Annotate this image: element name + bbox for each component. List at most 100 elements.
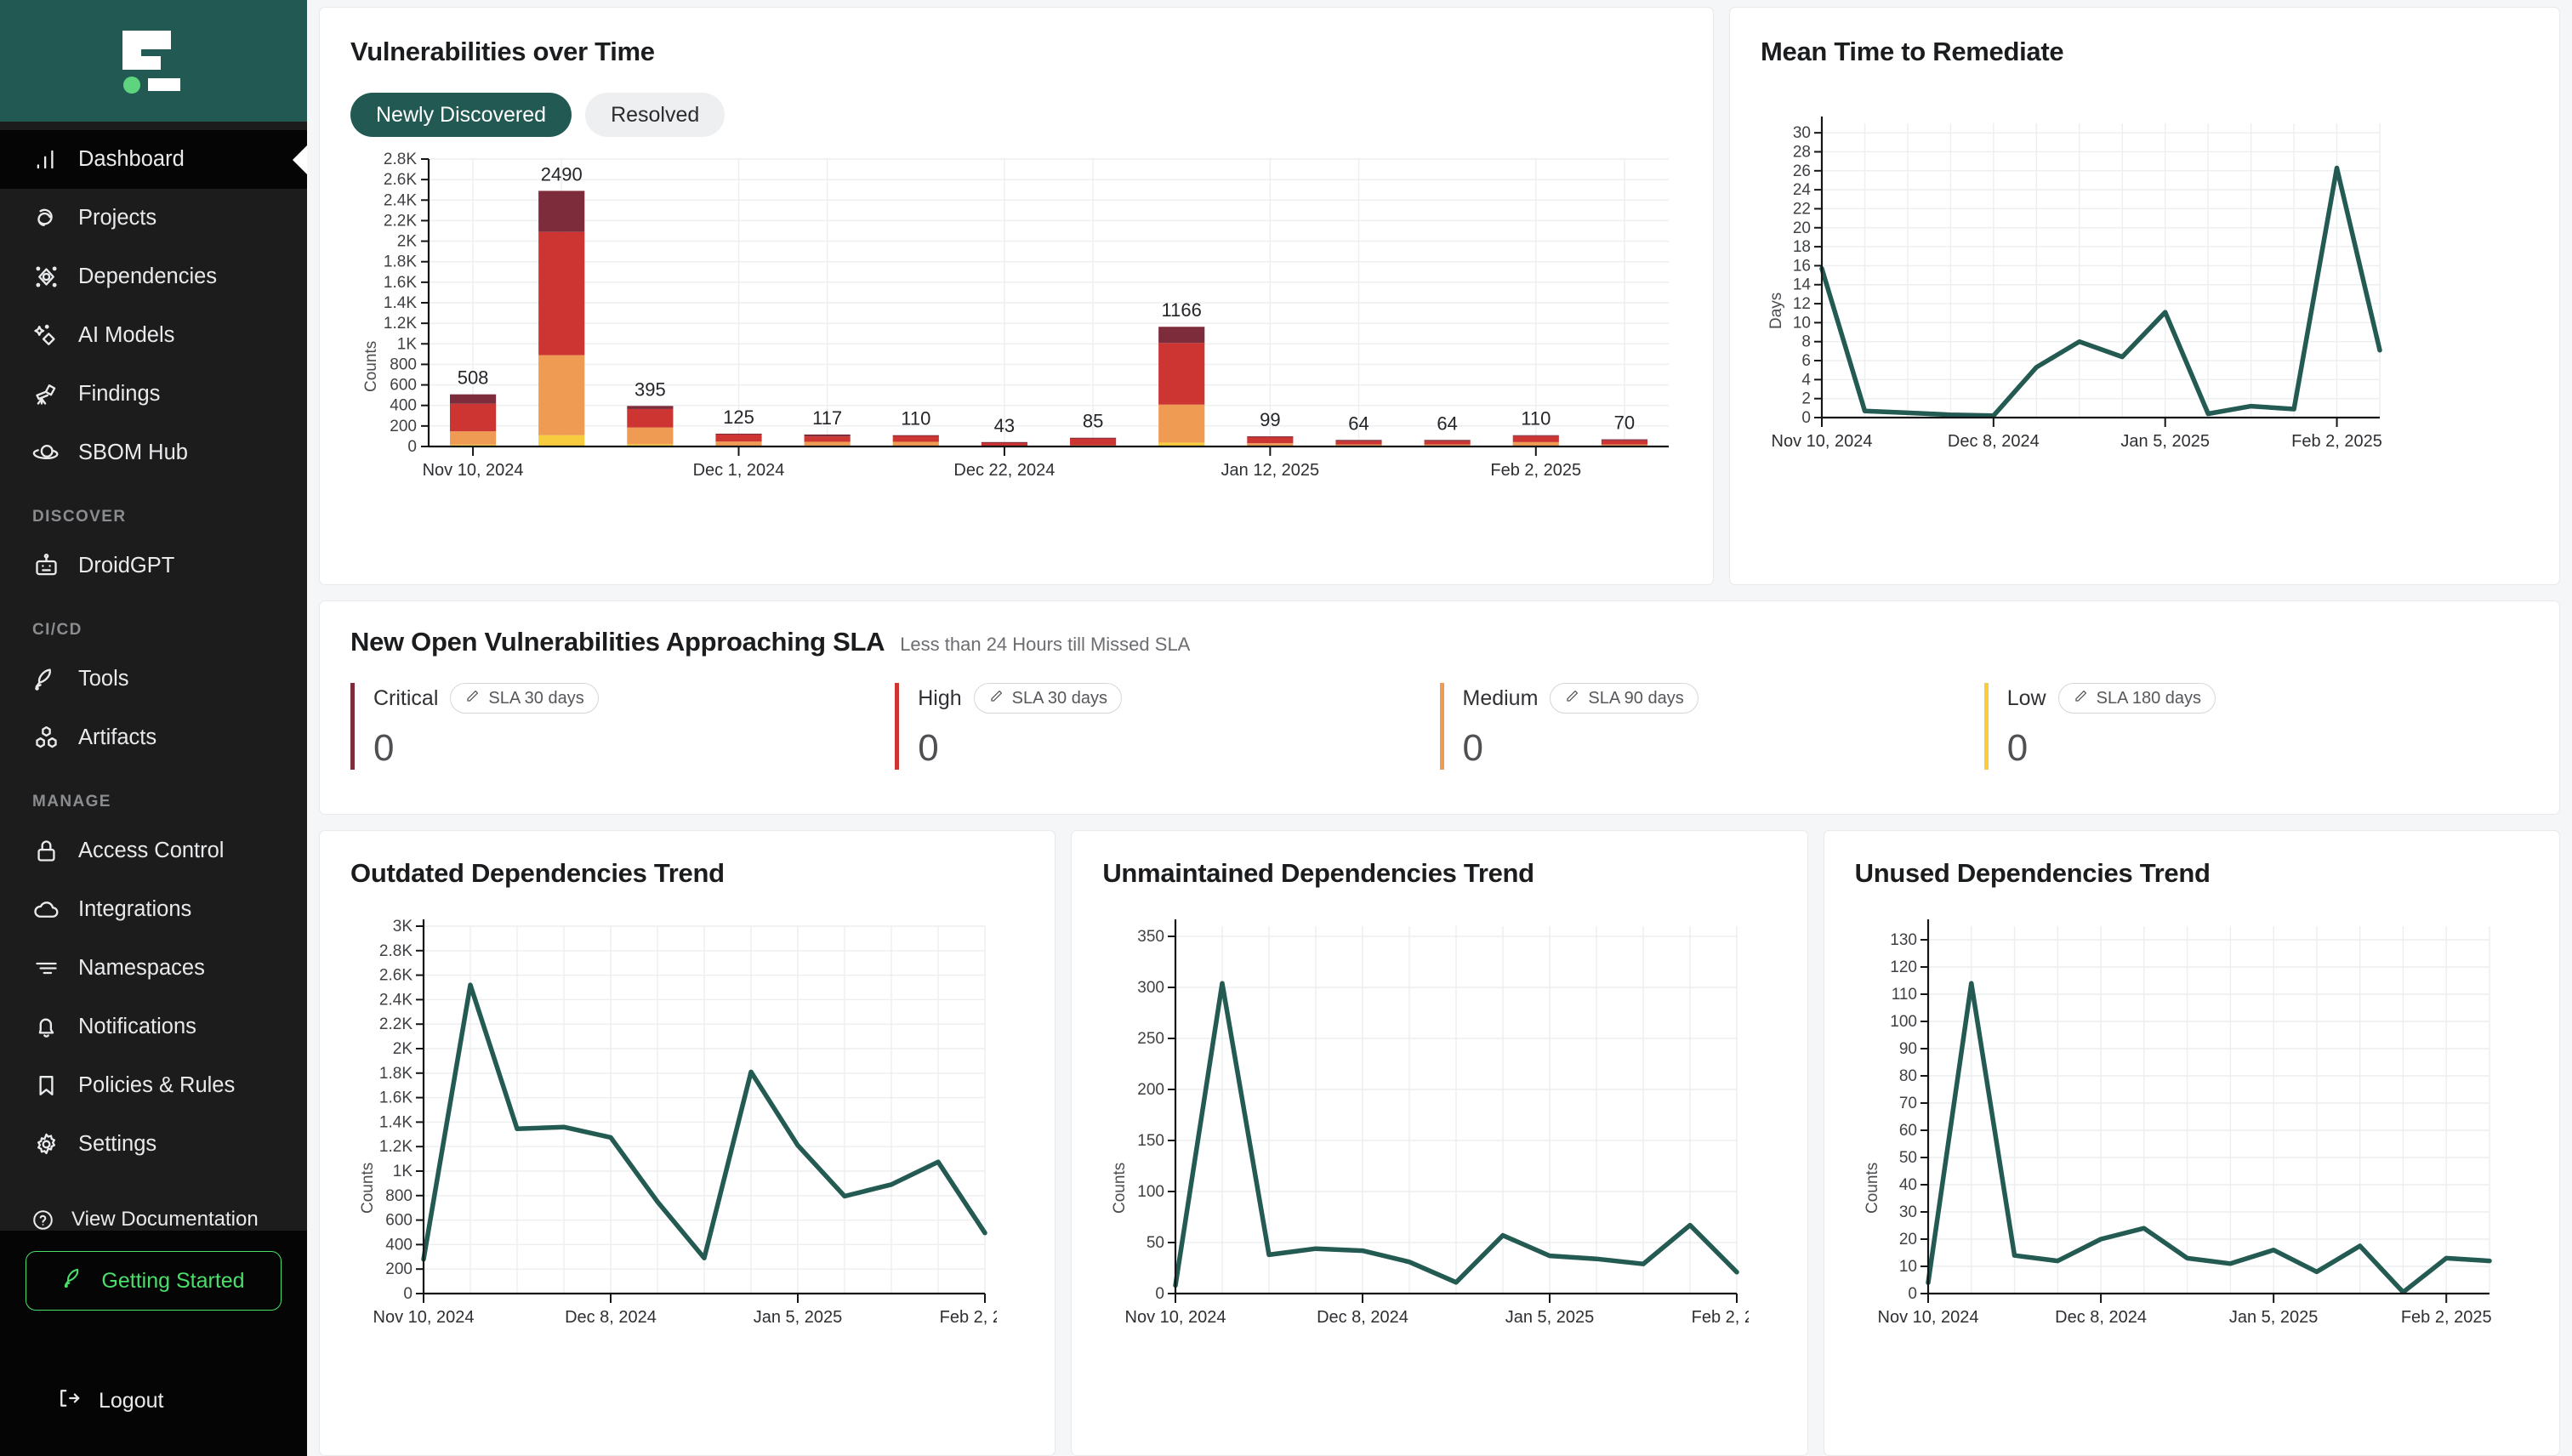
sidebar-item-label: Integrations [78, 897, 192, 921]
svg-text:Jan 5, 2025: Jan 5, 2025 [2120, 432, 2210, 451]
getting-started-button[interactable]: Getting Started [26, 1251, 282, 1311]
svg-text:300: 300 [1138, 979, 1165, 997]
svg-text:1.4K: 1.4K [384, 294, 417, 312]
sidebar-section-discover: DISCOVER [32, 508, 127, 526]
bar-chart-icon [32, 145, 60, 173]
rocket-icon [62, 1265, 87, 1296]
sidebar-item-namespaces[interactable]: Namespaces [0, 939, 307, 998]
sidebar-item-label: Settings [78, 1132, 157, 1156]
sidebar-item-label: Access Control [78, 839, 225, 862]
edit-pencil-icon [1564, 688, 1580, 709]
sidebar-item-view-documentation[interactable]: View Documentation [0, 1192, 307, 1231]
tab-newly-discovered[interactable]: Newly Discovered [350, 93, 572, 137]
sidebar-item-policies-rules[interactable]: Policies & Rules [0, 1056, 307, 1115]
sidebar-item-droidgpt[interactable]: DroidGPT [0, 537, 307, 595]
sidebar-item-label: SBOM Hub [78, 441, 188, 464]
logout-icon [56, 1385, 82, 1417]
svg-text:1K: 1K [397, 335, 418, 353]
svg-text:2490: 2490 [541, 163, 583, 185]
sla-duration-pill-low[interactable]: SLA 180 days [2057, 683, 2216, 714]
svg-text:80: 80 [1899, 1067, 1917, 1085]
sidebar-item-findings[interactable]: Findings [0, 365, 307, 424]
telescope-icon [32, 380, 60, 408]
svg-text:1.2K: 1.2K [379, 1138, 413, 1156]
svg-text:1.8K: 1.8K [384, 253, 417, 271]
edit-pencil-icon [464, 688, 481, 709]
sidebar-item-notifications[interactable]: Notifications [0, 998, 307, 1056]
svg-text:125: 125 [723, 407, 754, 428]
logout-button[interactable]: Logout [26, 1385, 282, 1456]
y-axis-label: Counts [362, 340, 380, 392]
svg-text:100: 100 [1890, 1013, 1917, 1031]
sparkle-diamond-icon [32, 321, 60, 350]
sidebar-item-access-control[interactable]: Access Control [0, 822, 307, 880]
unmaintained-dependencies-trend-card: Unmaintained Dependencies Trend Counts 0… [1071, 830, 1808, 1456]
y-axis-label: Counts [1111, 1162, 1130, 1214]
svg-text:Dec 22, 2024: Dec 22, 2024 [953, 461, 1055, 480]
dependency-trends-row: Outdated Dependencies Trend Counts 0 200 4… [319, 830, 2560, 1456]
svg-text:20: 20 [1899, 1231, 1917, 1248]
sidebar-item-dashboard[interactable]: Dashboard [0, 130, 307, 189]
sidebar-item-ai-models[interactable]: AI Models [0, 306, 307, 365]
sidebar-nav: Dashboard Projects Dependencies AI Model… [0, 122, 307, 1231]
svg-text:0: 0 [1908, 1285, 1917, 1303]
svg-text:2.8K: 2.8K [379, 942, 413, 960]
outdated-dependencies-line-chart: Counts 0 200 400 600 800 1K 1.2K 1.4K 1.6K 1.8K 2K… [350, 907, 1024, 1341]
sla-count-value: 0 [2006, 727, 2029, 769]
svg-text:250: 250 [1138, 1030, 1165, 1048]
sla-severity-label: Low [2006, 685, 2046, 710]
lock-icon [32, 837, 60, 865]
svg-text:120: 120 [1890, 958, 1917, 976]
sla-duration-pill-medium[interactable]: SLA 90 days [1550, 683, 1699, 714]
svg-text:1.4K: 1.4K [379, 1113, 413, 1131]
cloud-icon [32, 896, 60, 924]
sidebar-item-label: Tools [78, 667, 129, 691]
svg-text:2.6K: 2.6K [379, 967, 413, 985]
sidebar-item-dependencies[interactable]: Dependencies [0, 247, 307, 306]
top-charts-row: Vulnerabilities over Time Newly Discover… [319, 7, 2560, 585]
svg-text:1K: 1K [393, 1163, 413, 1180]
svg-text:4: 4 [1801, 371, 1811, 389]
sla-severity-label: Critical [373, 685, 439, 710]
svg-text:400: 400 [385, 1236, 413, 1254]
svg-text:43: 43 [994, 415, 1015, 436]
svg-text:1.6K: 1.6K [379, 1089, 413, 1107]
vulnerabilities-bar-chart: Counts 0 200 400 600 800 1K 1.2K 1.4K 1.6K 1.8K 2K… [350, 137, 1682, 494]
sidebar-item-projects[interactable]: Projects [0, 189, 307, 247]
sla-metric-low: Low SLA 180 days 0 [1983, 683, 2529, 770]
svg-text:Feb 2, 2025: Feb 2, 2025 [1490, 461, 1581, 480]
sla-pill-label: SLA 30 days [488, 688, 584, 708]
svg-text:200: 200 [385, 1260, 413, 1278]
sla-severity-label: Medium [1462, 685, 1539, 710]
svg-text:Dec 8, 2024: Dec 8, 2024 [1948, 432, 2040, 451]
sidebar-item-tools[interactable]: Tools [0, 650, 307, 708]
y-axis-label: Days [1767, 292, 1785, 329]
svg-text:600: 600 [390, 377, 417, 395]
svg-text:14: 14 [1793, 276, 1812, 294]
tab-resolved[interactable]: Resolved [585, 93, 726, 137]
unused-dependencies-trend-card: Unused Dependencies Trend Counts 0 10 20 30… [1823, 830, 2560, 1456]
sidebar-item-settings[interactable]: Settings [0, 1115, 307, 1174]
svg-text:Jan 12, 2025: Jan 12, 2025 [1221, 461, 1320, 480]
svg-text:110: 110 [1891, 986, 1916, 1004]
sidebar-item-integrations[interactable]: Integrations [0, 880, 307, 939]
svg-text:50: 50 [1899, 1149, 1917, 1167]
sidebar-item-sbom-hub[interactable]: SBOM Hub [0, 424, 307, 482]
svg-text:400: 400 [390, 397, 417, 415]
sidebar: Dashboard Projects Dependencies AI Model… [0, 0, 307, 1456]
sla-metrics-grid: Critical SLA 30 days 0 High SLA 30 days [350, 683, 2529, 770]
svg-text:0: 0 [1156, 1285, 1165, 1303]
sla-pill-label: SLA 180 days [2096, 688, 2202, 708]
svg-text:1.6K: 1.6K [384, 274, 417, 292]
svg-text:Nov 10, 2024: Nov 10, 2024 [1877, 1308, 1978, 1327]
svg-text:24: 24 [1793, 181, 1812, 199]
svg-text:22: 22 [1793, 200, 1811, 218]
sidebar-item-label: Artifacts [78, 725, 157, 749]
sla-duration-pill-high[interactable]: SLA 30 days [973, 683, 1122, 714]
sla-duration-pill-critical[interactable]: SLA 30 days [450, 683, 599, 714]
sidebar-item-artifacts[interactable]: Artifacts [0, 708, 307, 767]
sla-count-value: 0 [918, 727, 939, 769]
svg-text:2.2K: 2.2K [379, 1015, 413, 1033]
sla-metric-high: High SLA 30 days 0 [895, 683, 1439, 770]
sidebar-item-label: Findings [78, 382, 161, 406]
